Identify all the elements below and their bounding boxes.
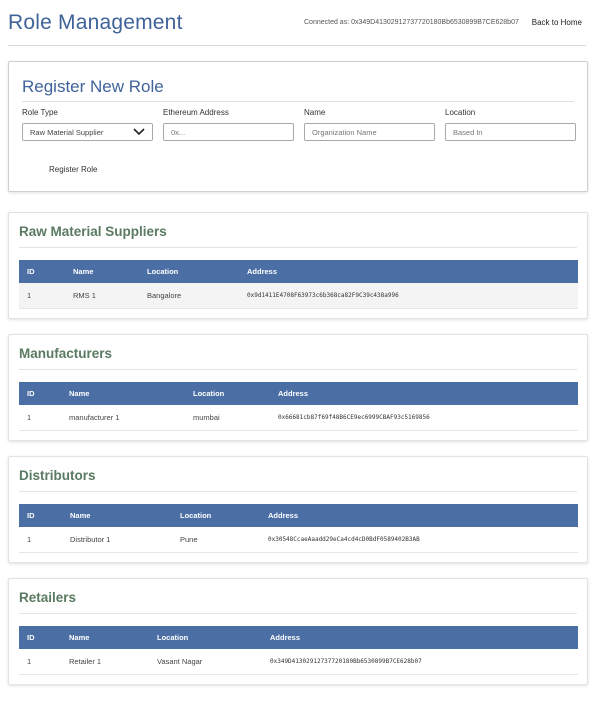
- table-header-row: ID Name Location Address: [19, 626, 578, 649]
- location-input[interactable]: [445, 123, 576, 141]
- name-label: Name: [304, 108, 326, 117]
- connected-account-text: Connected as: 0x349D41302912737720180Bb6…: [304, 19, 519, 26]
- column-header-name: Name: [69, 633, 90, 642]
- cell-name: Distributor 1: [62, 527, 172, 553]
- cell-id: 1: [19, 283, 65, 309]
- column-header-address: Address: [270, 633, 301, 642]
- section-title: Retailers: [19, 590, 77, 605]
- page-header: Role Management Connected as: 0x349D4130…: [8, 0, 586, 46]
- table-header-row: ID Name Location Address: [19, 260, 578, 283]
- divider: [19, 247, 577, 248]
- table-row: 1 Retailer 1 Vasant Nagar 0x349D41302912…: [19, 649, 578, 675]
- register-role-button[interactable]: Register Role: [39, 161, 107, 178]
- role-type-field: Role Type Raw Material Supplier: [22, 108, 153, 141]
- table-header-row: ID Name Location Address: [19, 382, 578, 405]
- register-title: Register New Role: [22, 77, 164, 96]
- back-to-home-link[interactable]: Back to Home: [532, 18, 582, 27]
- section-title: Manufacturers: [19, 346, 113, 361]
- ethereum-address-input[interactable]: [163, 123, 294, 141]
- divider: [19, 491, 577, 492]
- manufacturers-table: ID Name Location Address 1 manufacturer …: [19, 382, 578, 431]
- table-row: 1 Distributor 1 Pune 0x30548CcaeAaadd29e…: [19, 527, 578, 553]
- divider: [19, 613, 577, 614]
- cell-id: 1: [19, 649, 61, 675]
- column-header-id: ID: [27, 267, 35, 276]
- column-header-location: Location: [147, 267, 179, 276]
- organization-name-input[interactable]: [304, 123, 435, 141]
- section-title: Raw Material Suppliers: [19, 224, 167, 239]
- cell-id: 1: [19, 527, 62, 553]
- distributors-table: ID Name Location Address 1 Distributor 1…: [19, 504, 578, 553]
- retailers-table: ID Name Location Address 1 Retailer 1 Va…: [19, 626, 578, 675]
- table-row: 1 RMS 1 Bangalore 0x9d1411E4708F63973c6b…: [19, 283, 578, 309]
- column-header-address: Address: [247, 267, 278, 276]
- section-title: Distributors: [19, 468, 96, 483]
- role-type-label: Role Type: [22, 108, 58, 117]
- page-title: Role Management: [8, 11, 183, 34]
- column-header-id: ID: [27, 633, 35, 642]
- location-label: Location: [445, 108, 476, 117]
- ethereum-address-label: Ethereum Address: [163, 108, 229, 117]
- cell-location: Bangalore: [139, 283, 239, 309]
- divider: [19, 369, 577, 370]
- cell-location: Pune: [172, 527, 260, 553]
- cell-id: 1: [19, 405, 61, 431]
- table-row: 1 manufacturer 1 mumbai 0x66681cb87f69f4…: [19, 405, 578, 431]
- raw-material-suppliers-card: Raw Material Suppliers ID Name Location …: [8, 212, 588, 319]
- chevron-down-icon: [133, 128, 145, 136]
- column-header-id: ID: [27, 389, 35, 398]
- column-header-id: ID: [27, 511, 35, 520]
- role-type-value: Raw Material Supplier: [30, 127, 104, 137]
- location-field: Location: [445, 108, 576, 141]
- cell-address: 0x9d1411E4708F63973c6b368ca82F9C39c438a9…: [239, 283, 578, 309]
- manufacturers-card: Manufacturers ID Name Location Address 1…: [8, 334, 588, 441]
- cell-name: manufacturer 1: [61, 405, 185, 431]
- column-header-name: Name: [73, 267, 94, 276]
- raw-material-suppliers-table: ID Name Location Address 1 RMS 1 Bangalo…: [19, 260, 578, 309]
- column-header-name: Name: [70, 511, 91, 520]
- cell-location: mumbai: [185, 405, 270, 431]
- column-header-address: Address: [268, 511, 299, 520]
- column-header-address: Address: [278, 389, 309, 398]
- table-header-row: ID Name Location Address: [19, 504, 578, 527]
- name-field: Name: [304, 108, 435, 141]
- role-type-select[interactable]: Raw Material Supplier: [22, 123, 153, 141]
- column-header-location: Location: [157, 633, 189, 642]
- cell-location: Vasant Nagar: [149, 649, 262, 675]
- retailers-card: Retailers ID Name Location Address 1 Ret…: [8, 578, 588, 685]
- cell-address: 0x349D41302912737720180Bb6530899B7CE628b…: [262, 649, 578, 675]
- cell-address: 0x66681cb87f69f48B6CE9ec6999CBAF93c51698…: [270, 405, 578, 431]
- column-header-location: Location: [180, 511, 212, 520]
- column-header-name: Name: [69, 389, 90, 398]
- cell-name: Retailer 1: [61, 649, 149, 675]
- column-header-location: Location: [193, 389, 225, 398]
- ethereum-address-field: Ethereum Address: [163, 108, 294, 141]
- register-role-card: Register New Role Role Type Raw Material…: [8, 61, 588, 192]
- distributors-card: Distributors ID Name Location Address 1 …: [8, 456, 588, 563]
- cell-name: RMS 1: [65, 283, 139, 309]
- cell-address: 0x30548CcaeAaadd29eCa4cd4cD0BdF0589402B3…: [260, 527, 578, 553]
- divider: [22, 101, 574, 102]
